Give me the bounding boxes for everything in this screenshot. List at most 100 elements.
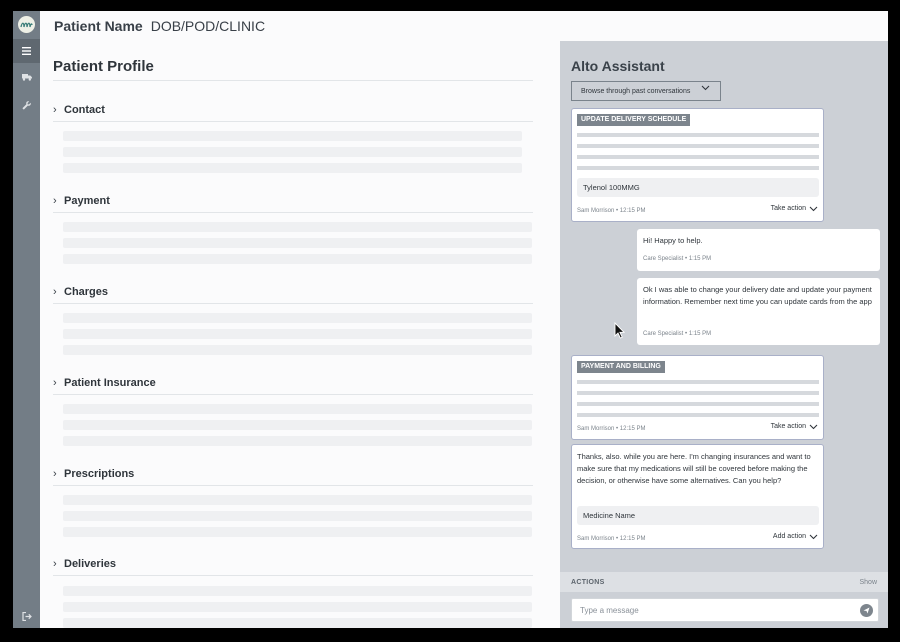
send-icon xyxy=(863,607,870,614)
section-payment-toggle[interactable]: › Payment xyxy=(53,191,533,211)
skeleton-line xyxy=(63,420,532,430)
chevron-down-icon xyxy=(809,424,818,429)
message-meta: Sam Morrison • 12:15 PM xyxy=(577,536,645,542)
section-title: Contact xyxy=(64,104,105,116)
meta-separator: • xyxy=(685,256,688,262)
card-tag: UPDATE DELIVERY SCHEDULE xyxy=(577,114,691,126)
skeleton-line xyxy=(63,329,532,339)
author: Care Specialist xyxy=(643,256,684,262)
add-action-button[interactable]: Add action xyxy=(773,533,818,540)
skeleton-line xyxy=(577,166,819,170)
section-patient-insurance: › Patient Insurance xyxy=(53,373,533,446)
skeleton-line xyxy=(63,238,532,248)
section-charges-toggle[interactable]: › Charges xyxy=(53,282,533,302)
wrench-icon[interactable] xyxy=(13,93,40,117)
action-label: Take action xyxy=(770,423,806,430)
chevron-down-icon xyxy=(809,206,818,211)
section-divider xyxy=(53,212,533,213)
section-divider xyxy=(53,121,533,122)
section-charges: › Charges xyxy=(53,282,533,355)
skeleton-line xyxy=(577,155,819,159)
reply-text: Ok I was able to change your delivery da… xyxy=(643,285,872,306)
meta-separator: • xyxy=(616,426,619,432)
skeleton-line xyxy=(63,511,532,521)
chevron-right-icon: › xyxy=(53,104,57,116)
browse-conversations-dropdown[interactable]: Browse through past conversations xyxy=(571,81,721,101)
message-meta: Sam Morrison • 12:15 PM xyxy=(577,426,645,432)
truck-icon[interactable] xyxy=(13,65,40,89)
take-action-button[interactable]: Take action xyxy=(771,423,818,430)
section-divider xyxy=(53,303,533,304)
section-deliveries-toggle[interactable]: › Deliveries xyxy=(53,554,533,574)
logout-icon[interactable] xyxy=(13,604,40,628)
skeleton-line xyxy=(63,586,532,596)
menu-icon[interactable] xyxy=(13,39,40,63)
section-title: Payment xyxy=(64,195,110,207)
reply-text: Hi! Happy to help. xyxy=(643,236,703,245)
patient-name: Patient Name xyxy=(54,18,143,34)
section-title: Charges xyxy=(64,286,109,298)
author: Sam Morrison xyxy=(577,208,615,214)
section-divider xyxy=(53,394,533,395)
message-meta: Care Specialist • 1:15 PM xyxy=(643,256,711,262)
card-tag: PAYMENT AND BILLING xyxy=(577,361,665,373)
section-payment: › Payment xyxy=(53,191,533,264)
message-text: Thanks, also. while you are here. I'm ch… xyxy=(577,452,811,485)
actions-bar: ACTIONS Show xyxy=(560,572,888,592)
section-prescriptions-toggle[interactable]: › Prescriptions xyxy=(53,464,533,484)
section-title: Patient Insurance xyxy=(64,377,156,389)
billing-request-card: PAYMENT AND BILLING Sam Morrison • 12:15… xyxy=(571,355,824,440)
author: Sam Morrison xyxy=(577,536,615,542)
delivery-request-card: UPDATE DELIVERY SCHEDULE Tylenol 100MMG … xyxy=(571,108,824,222)
meta-separator: • xyxy=(616,536,619,542)
assistant-title: Alto Assistant xyxy=(571,58,665,74)
reply-bubble: Hi! Happy to help. Care Specialist • 1:1… xyxy=(637,229,880,271)
skeleton-line xyxy=(63,147,522,157)
skeleton-line xyxy=(577,133,819,137)
section-patient-insurance-toggle[interactable]: › Patient Insurance xyxy=(53,373,533,393)
author: Sam Morrison xyxy=(577,426,615,432)
take-action-button[interactable]: Take action xyxy=(771,205,818,212)
browse-label: Browse through past conversations xyxy=(581,87,691,95)
chevron-right-icon: › xyxy=(53,286,57,298)
send-button[interactable] xyxy=(860,604,873,617)
skeleton-line xyxy=(63,131,522,141)
patient-meta: DOB/POD/CLINIC xyxy=(150,18,266,34)
action-label: Take action xyxy=(770,205,806,212)
reply-bubble: Ok I was able to change your delivery da… xyxy=(637,278,880,345)
chevron-right-icon: › xyxy=(53,558,57,570)
message-input[interactable] xyxy=(580,603,850,617)
logo-icon[interactable] xyxy=(18,16,35,33)
medicine-chip[interactable]: Medicine Name xyxy=(577,506,819,525)
side-rail xyxy=(13,11,40,628)
show-actions-button[interactable]: Show xyxy=(859,579,877,586)
actions-label: ACTIONS xyxy=(571,578,605,586)
skeleton-line xyxy=(63,618,532,628)
page-title: Patient Profile xyxy=(53,58,154,75)
skeleton-line xyxy=(63,495,532,505)
insurance-question-card: Thanks, also. while you are here. I'm ch… xyxy=(571,444,824,549)
chevron-right-icon: › xyxy=(53,468,57,480)
timestamp: 1:15 PM xyxy=(688,331,712,337)
section-title: Deliveries xyxy=(64,558,116,570)
skeleton-line xyxy=(63,527,532,537)
meta-separator: • xyxy=(685,331,688,337)
skeleton-line xyxy=(63,602,532,612)
title-divider xyxy=(53,80,533,81)
section-contact-toggle[interactable]: › Contact xyxy=(53,100,533,120)
skeleton-line xyxy=(577,413,819,417)
skeleton-line xyxy=(577,144,819,148)
action-label: Add action xyxy=(772,533,806,540)
meta-separator: • xyxy=(616,208,619,214)
skeleton-line xyxy=(63,254,532,264)
timestamp: 12:15 PM xyxy=(619,208,646,214)
patient-profile: Patient Profile › Contact › Payment › Ch… xyxy=(53,41,533,628)
app-window: Patient Name DOB/POD/CLINIC Patient Prof… xyxy=(13,11,888,628)
section-prescriptions: › Prescriptions xyxy=(53,464,533,537)
message-meta: Sam Morrison • 12:15 PM xyxy=(577,208,645,214)
skeleton-line xyxy=(63,163,522,173)
section-divider xyxy=(53,485,533,486)
skeleton-line xyxy=(63,404,532,414)
skeleton-line xyxy=(577,391,819,395)
medication-chip[interactable]: Tylenol 100MMG xyxy=(577,178,819,197)
